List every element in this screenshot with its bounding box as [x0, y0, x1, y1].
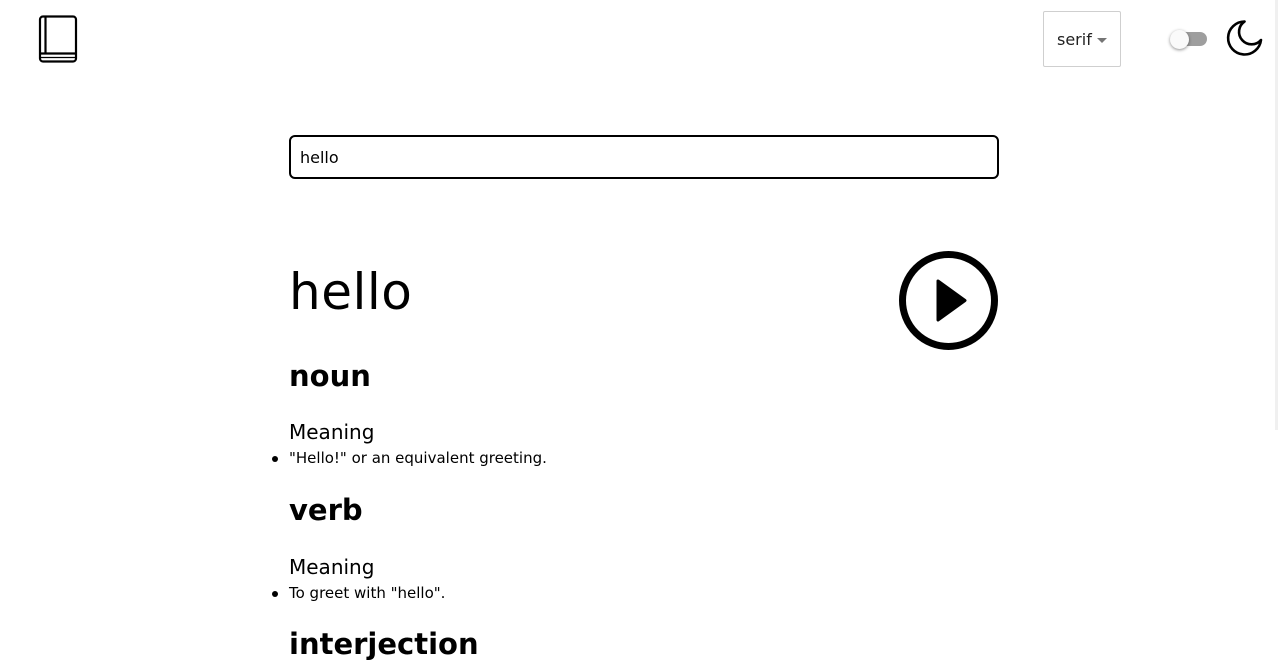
- definition-list: "Hello!" or an equivalent greeting.: [272, 449, 547, 467]
- theme-toggle[interactable]: [1170, 30, 1208, 49]
- play-icon[interactable]: [898, 250, 999, 351]
- chevron-down-icon: [1097, 38, 1107, 43]
- part-of-speech-heading: interjection: [289, 627, 479, 661]
- font-family-select[interactable]: serif: [1043, 11, 1121, 67]
- meaning-label: Meaning: [289, 555, 375, 579]
- part-of-speech-heading: verb: [289, 493, 363, 527]
- meaning-label: Meaning: [289, 420, 375, 444]
- word-header: hello: [289, 179, 999, 350]
- search-input[interactable]: [289, 135, 999, 179]
- dictionary-app: serif hello noun Meaning "Hello!" or an …: [0, 0, 1278, 664]
- word-title: hello: [289, 263, 413, 321]
- definition-list: To greet with "hello".: [271, 584, 446, 602]
- part-of-speech-heading: noun: [289, 359, 371, 393]
- definition-item: To greet with "hello".: [271, 584, 446, 602]
- main-content: hello: [289, 135, 999, 350]
- toggle-thumb: [1170, 30, 1189, 49]
- definition-item: "Hello!" or an equivalent greeting.: [272, 449, 547, 467]
- font-select-value: serif: [1057, 29, 1092, 49]
- moon-icon: [1226, 20, 1263, 56]
- book-icon[interactable]: [38, 15, 78, 63]
